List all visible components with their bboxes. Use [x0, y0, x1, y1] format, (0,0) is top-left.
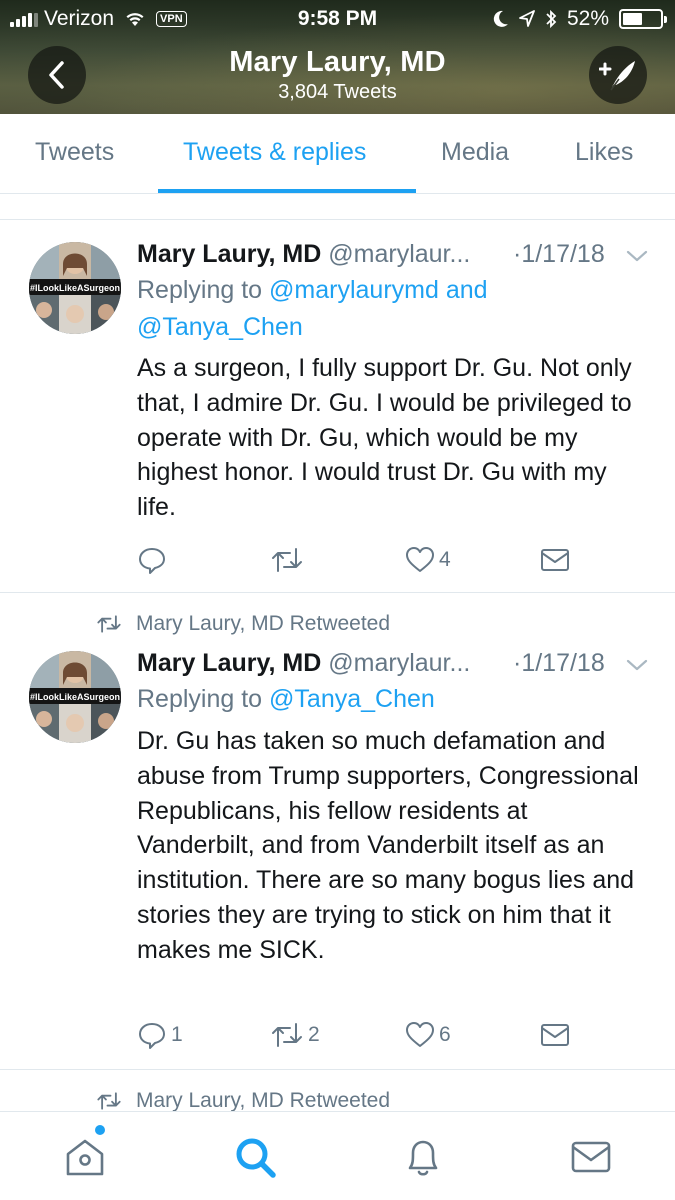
tab-media[interactable]: Media [441, 138, 509, 167]
compose-tweet-icon [599, 61, 635, 91]
author-name[interactable]: Mary Laury, MD [137, 649, 321, 677]
tweet-header: Mary Laury, MD @marylaur... [137, 240, 470, 269]
battery-icon [619, 9, 667, 29]
retweeted-by[interactable]: Mary Laury, MD Retweeted [136, 1089, 390, 1111]
tweet-count: 3,804 Tweets [278, 81, 397, 103]
mention-link[interactable]: @marylaurymd [269, 276, 439, 304]
reply-icon [139, 548, 165, 574]
retweet-count: 2 [308, 1023, 320, 1046]
profile-tabs: Tweets Tweets & replies Media Likes [0, 114, 675, 194]
replying-prefix: Replying to [137, 276, 270, 304]
retweet-icon [272, 548, 302, 572]
status-bar: Verizon VPN 9:58 PM 52% [0, 0, 675, 36]
location-arrow-icon [519, 10, 535, 27]
retweet-button[interactable] [270, 545, 304, 575]
tweet[interactable]: #ILookLikeASurgeon Mary Laury, MD @maryl… [0, 220, 675, 592]
tab-tweets[interactable]: Tweets [35, 138, 114, 167]
profile-header: Verizon VPN 9:58 PM 52% Mary Laury, MD 3… [0, 0, 675, 114]
retweet-icon [97, 1092, 121, 1110]
avatar[interactable]: #ILookLikeASurgeon [29, 651, 121, 743]
tweet[interactable]: Mary Laury, MD Retweeted #ILookLikeASurg… [0, 593, 675, 1069]
bluetooth-icon [546, 9, 557, 29]
like-button[interactable]: 4 [405, 545, 451, 575]
heart-icon [406, 547, 434, 572]
replying-prefix: Replying to [137, 685, 270, 713]
header-title-block: Mary Laury, MD 3,804 Tweets [0, 46, 675, 104]
reply-button[interactable] [137, 545, 167, 575]
tweet-date[interactable]: ·1/17/18 [513, 649, 605, 678]
retweet-button[interactable]: 2 [270, 1020, 320, 1050]
chevron-down-icon[interactable] [625, 653, 649, 677]
like-count: 4 [439, 548, 451, 571]
replying-to: Replying to @marylaurymd and @Tanya_Chen [137, 272, 637, 346]
tweet-text: As a surgeon, I fully support Dr. Gu. No… [137, 354, 632, 522]
moon-icon [493, 10, 508, 27]
replying-and: and [438, 276, 488, 304]
chevron-down-icon[interactable] [625, 244, 649, 268]
battery-fill [623, 13, 642, 25]
tweet[interactable]: Mary Laury, MD Retweeted [0, 1070, 675, 1111]
reply-count: 1 [171, 1023, 183, 1046]
search-icon[interactable] [232, 1134, 278, 1180]
notification-dot [95, 1125, 105, 1135]
author-handle[interactable]: @marylaur... [328, 649, 470, 677]
replying-to: Replying to @Tanya_Chen [137, 681, 637, 718]
active-tab-indicator [158, 189, 416, 193]
envelope-icon [541, 1024, 569, 1046]
bottom-tab-bar [0, 1111, 675, 1200]
tweet-header: Mary Laury, MD @marylaur... [137, 649, 470, 678]
tab-tweets-and-replies[interactable]: Tweets & replies [183, 138, 366, 167]
home-icon[interactable] [62, 1134, 108, 1180]
bell-icon[interactable] [400, 1134, 446, 1180]
reply-button[interactable]: 1 [137, 1020, 183, 1050]
mention-link[interactable]: @Tanya_Chen [137, 313, 303, 341]
avatar-collage: #ILookLikeASurgeon [29, 242, 121, 334]
author-handle[interactable]: @marylaur... [328, 240, 470, 268]
mention-link[interactable]: @Tanya_Chen [269, 685, 435, 713]
tab-likes[interactable]: Likes [575, 138, 633, 167]
avatar-collage: #ILookLikeASurgeon [29, 651, 121, 743]
page-title: Mary Laury, MD [229, 46, 446, 78]
direct-message-button[interactable] [540, 545, 570, 575]
tweet-text: Dr. Gu has taken so much defamation and … [137, 727, 639, 964]
retweet-icon [272, 1023, 302, 1047]
like-count: 6 [439, 1023, 451, 1046]
tweet-date[interactable]: ·1/17/18 [513, 240, 605, 269]
battery-percent: 52% [566, 7, 609, 30]
like-button[interactable]: 6 [405, 1020, 451, 1050]
avatar[interactable]: #ILookLikeASurgeon [29, 242, 121, 334]
avatar-hashtag: #ILookLikeASurgeon [30, 283, 120, 293]
retweet-context: Mary Laury, MD Retweeted [96, 1089, 390, 1111]
compose-tweet-button[interactable] [589, 46, 647, 104]
messages-icon[interactable] [568, 1134, 614, 1180]
envelope-icon [541, 549, 569, 571]
heart-icon [406, 1022, 434, 1047]
reply-icon [139, 1023, 165, 1049]
author-name[interactable]: Mary Laury, MD [137, 240, 321, 268]
retweet-icon [97, 615, 121, 633]
avatar-hashtag: #ILookLikeASurgeon [30, 692, 120, 702]
retweeted-by[interactable]: Mary Laury, MD Retweeted [136, 612, 390, 636]
direct-message-button[interactable] [540, 1020, 570, 1050]
retweet-context: Mary Laury, MD Retweeted [96, 612, 390, 636]
